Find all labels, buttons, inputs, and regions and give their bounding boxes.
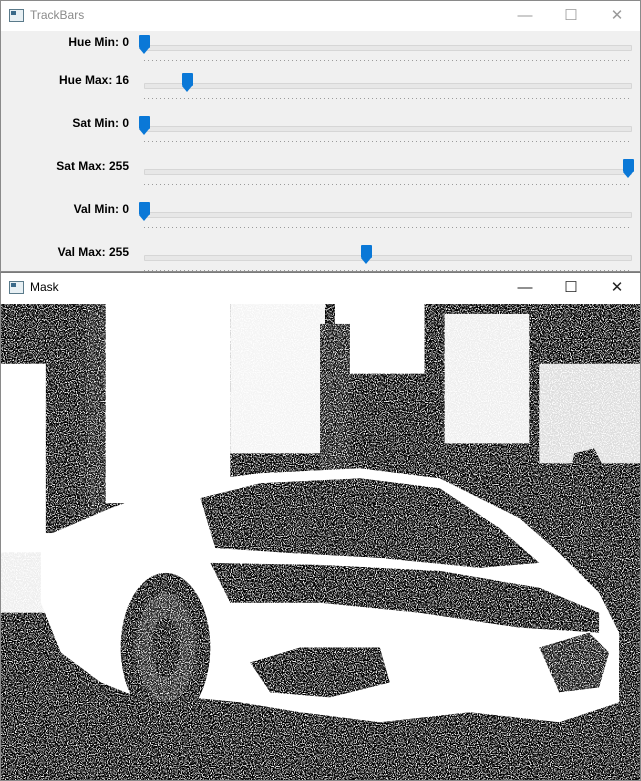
slider-ticks [144, 227, 632, 228]
trackbars-window: TrackBars — ☐ ✕ Hue Min: 0 Hue Max: 16 S… [0, 0, 641, 272]
slider-thumb[interactable] [139, 35, 150, 54]
window-app-icon [9, 281, 24, 294]
trackbar-label: Sat Min: 0 [72, 116, 129, 130]
trackbar-val-min: Val Min: 0 [1, 199, 640, 242]
trackbars-window-title: TrackBars [30, 8, 85, 22]
trackbar-sat-max: Sat Max: 255 [1, 156, 640, 199]
mask-window: Mask — ☐ ✕ [0, 272, 641, 781]
trackbars-titlebar[interactable]: TrackBars — ☐ ✕ [1, 1, 640, 31]
close-button[interactable]: ✕ [594, 273, 640, 303]
minimize-button[interactable]: — [502, 1, 548, 31]
trackbar-sat-min: Sat Min: 0 [1, 113, 640, 156]
slider-track[interactable] [144, 255, 632, 261]
trackbar-panel: Hue Min: 0 Hue Max: 16 Sat Min: 0 Sat Ma… [1, 32, 640, 271]
slider-track[interactable] [144, 212, 632, 218]
trackbar-hue-max: Hue Max: 16 [1, 70, 640, 113]
slider-track[interactable] [144, 169, 632, 175]
slider-ticks [144, 184, 632, 185]
maximize-button[interactable]: ☐ [548, 273, 594, 303]
slider-track[interactable] [144, 83, 632, 89]
trackbar-label: Val Max: 255 [57, 245, 129, 259]
trackbar-label: Sat Max: 255 [56, 159, 129, 173]
mask-window-title: Mask [30, 280, 59, 294]
mask-titlebar[interactable]: Mask — ☐ ✕ [1, 273, 640, 303]
trackbar-label: Hue Max: 16 [58, 73, 129, 87]
mask-image-svg [1, 304, 640, 780]
trackbar-label: Hue Min: 0 [68, 35, 129, 49]
trackbar-hue-min: Hue Min: 0 [1, 32, 640, 75]
maximize-button[interactable]: ☐ [548, 1, 594, 31]
slider-thumb[interactable] [182, 73, 194, 92]
close-button[interactable]: ✕ [594, 1, 640, 31]
slider-ticks [144, 98, 632, 99]
slider-ticks [144, 270, 632, 271]
trackbar-label: Val Min: 0 [73, 202, 129, 216]
mask-image [1, 304, 640, 780]
slider-ticks [144, 141, 632, 142]
window-app-icon [9, 9, 24, 22]
minimize-button[interactable]: — [502, 273, 548, 303]
slider-thumb[interactable] [139, 116, 150, 135]
slider-ticks [144, 60, 632, 61]
trackbar-val-max: Val Max: 255 [1, 242, 640, 271]
slider-thumb[interactable] [139, 202, 150, 221]
slider-track[interactable] [144, 126, 632, 132]
slider-thumb[interactable] [623, 159, 634, 178]
slider-thumb[interactable] [361, 245, 372, 264]
slider-track[interactable] [144, 45, 632, 51]
